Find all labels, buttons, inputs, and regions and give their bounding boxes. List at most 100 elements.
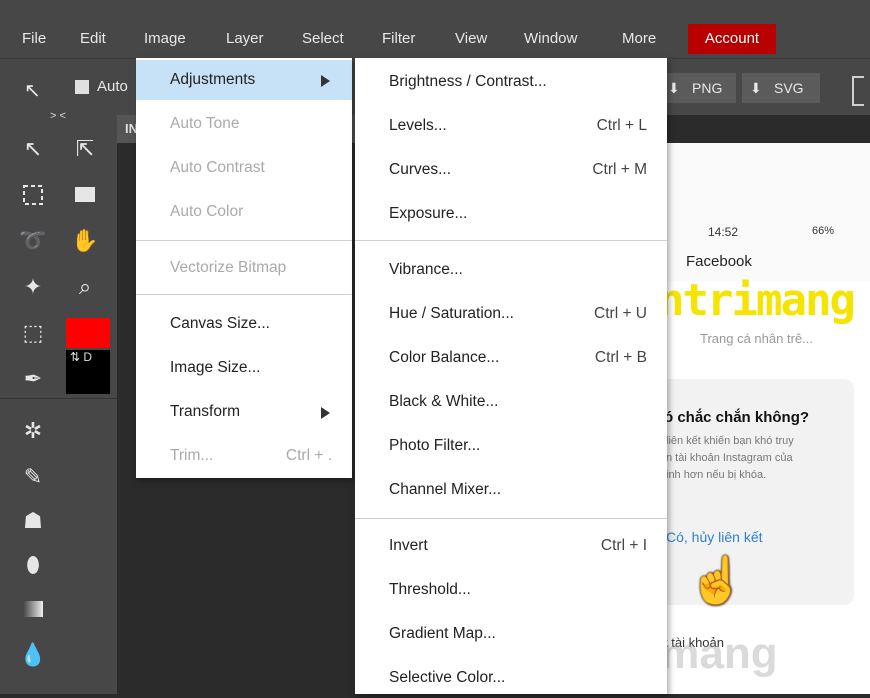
download-icon: ⬇: [750, 80, 762, 96]
menu-selective-color[interactable]: Selective Color...: [355, 658, 667, 698]
menu-levels[interactable]: Levels... Ctrl + L: [355, 106, 667, 146]
menu-channel-mixer[interactable]: Channel Mixer...: [355, 470, 667, 510]
menu-item-label: Vectorize Bitmap: [170, 259, 287, 276]
menu-item-shortcut: Ctrl + B: [594, 349, 647, 366]
move-tool-icon[interactable]: ↖: [24, 78, 41, 103]
collapse-tools-icon[interactable]: > <: [50, 110, 66, 122]
menu-file[interactable]: File: [22, 28, 46, 50]
menu-item-shortcut: Ctrl + L: [596, 117, 647, 134]
menu-transform[interactable]: Transform: [136, 392, 352, 432]
menu-item-label: Gradient Map...: [389, 625, 496, 642]
gradient-icon[interactable]: [16, 594, 50, 628]
rectangle-icon[interactable]: [68, 178, 102, 212]
account-button[interactable]: Account: [688, 24, 776, 54]
export-svg-label: SVG: [774, 80, 804, 96]
menu-item-label: Levels...: [389, 117, 447, 134]
submenu-arrow-icon: [321, 75, 330, 87]
submenu-arrow-icon: [321, 407, 330, 419]
menu-adjustments[interactable]: Adjustments: [136, 60, 352, 100]
export-png-button[interactable]: ⬇ PNG: [660, 73, 736, 103]
dialog-body-line-3: inh hơn nếu bị khóa.: [666, 469, 767, 481]
menu-window[interactable]: Window: [524, 28, 577, 50]
download-icon: ⬇: [668, 80, 680, 96]
tools-divider: [0, 398, 117, 399]
menu-separator: [136, 294, 352, 295]
move-icon[interactable]: ↖: [16, 132, 50, 166]
hand-icon[interactable]: ✋: [68, 224, 102, 258]
menu-threshold[interactable]: Threshold...: [355, 570, 667, 610]
pointing-hand-icon: ☝: [688, 554, 746, 606]
menu-item-label: Auto Color: [170, 203, 244, 220]
foreground-color-swatch[interactable]: [66, 318, 110, 348]
panel-toggle-icon[interactable]: [852, 76, 864, 106]
brand-text: ntrimang: [658, 275, 856, 326]
menu-edit[interactable]: Edit: [80, 28, 106, 50]
export-svg-button[interactable]: ⬇ SVG: [742, 73, 820, 103]
eyedropper-icon[interactable]: ✒: [16, 362, 50, 396]
brush-icon[interactable]: ✎: [16, 460, 50, 494]
menu-trim: Trim... Ctrl + .: [136, 436, 352, 476]
menu-invert[interactable]: Invert Ctrl + I: [355, 526, 667, 566]
adjustments-submenu: Brightness / Contrast... Levels... Ctrl …: [355, 58, 667, 694]
menu-select[interactable]: Select: [302, 28, 344, 50]
image-menu: Adjustments Auto Tone Auto Contrast Auto…: [136, 58, 352, 478]
menu-view[interactable]: View: [455, 28, 487, 50]
menu-item-label: Hue / Saturation...: [389, 305, 514, 322]
eraser-icon[interactable]: ⬮: [16, 548, 50, 582]
menu-item-shortcut: Ctrl + .: [285, 447, 332, 464]
dialog-confirm-text: Có, hủy liên kết: [666, 529, 763, 545]
menu-photo-filter[interactable]: Photo Filter...: [355, 426, 667, 466]
menu-auto-contrast: Auto Contrast: [136, 148, 352, 188]
menu-item-label: Adjustments: [170, 71, 256, 88]
menu-separator: [355, 240, 667, 241]
menu-layer[interactable]: Layer: [226, 28, 264, 50]
menu-item-label: Selective Color...: [389, 669, 506, 686]
swap-colors-icon[interactable]: ⇅ D: [70, 350, 92, 364]
quick-select-icon[interactable]: ✦: [16, 270, 50, 304]
menu-filter[interactable]: Filter: [382, 28, 415, 50]
menu-separator: [136, 240, 352, 241]
menu-brightness-contrast[interactable]: Brightness / Contrast...: [355, 62, 667, 102]
menu-item-label: Exposure...: [389, 205, 468, 222]
menu-auto-color: Auto Color: [136, 192, 352, 232]
export-png-label: PNG: [692, 80, 723, 96]
menu-image-size[interactable]: Image Size...: [136, 348, 352, 388]
menu-color-balance[interactable]: Color Balance... Ctrl + B: [355, 338, 667, 378]
menu-more[interactable]: More: [622, 28, 656, 50]
image-subtitle: Trang cá nhân trê...: [700, 331, 813, 346]
marquee-icon[interactable]: [16, 178, 50, 212]
menu-bar: File Edit Image Layer Select Filter View…: [0, 0, 870, 59]
menu-item-label: Photo Filter...: [389, 437, 481, 454]
menu-item-label: Canvas Size...: [170, 315, 270, 332]
stamp-icon[interactable]: ☗: [16, 504, 50, 538]
auto-select-checkbox[interactable]: [75, 80, 89, 94]
crop-icon[interactable]: ⬚: [16, 316, 50, 350]
menu-item-label: Curves...: [389, 161, 452, 178]
status-battery: 66%: [812, 225, 835, 237]
dialog-title: ó chắc chắn không?: [664, 409, 810, 426]
menu-exposure[interactable]: Exposure...: [355, 194, 667, 234]
menu-item-label: Threshold...: [389, 581, 471, 598]
menu-item-label: Trim...: [170, 447, 214, 464]
menu-curves[interactable]: Curves... Ctrl + M: [355, 150, 667, 190]
menu-item-label: Transform: [170, 403, 241, 420]
menu-auto-tone: Auto Tone: [136, 104, 352, 144]
menu-item-label: Black & White...: [389, 393, 499, 410]
lasso-icon[interactable]: ➰: [16, 224, 50, 258]
menu-vectorize-bitmap: Vectorize Bitmap: [136, 248, 352, 288]
menu-black-white[interactable]: Black & White...: [355, 382, 667, 422]
image-app-title: Facebook: [686, 253, 752, 270]
dialog-body-line-1: liên kết khiến bạn khó truy: [666, 435, 794, 447]
menu-canvas-size[interactable]: Canvas Size...: [136, 304, 352, 344]
menu-gradient-map[interactable]: Gradient Map...: [355, 614, 667, 654]
menu-hue-saturation[interactable]: Hue / Saturation... Ctrl + U: [355, 294, 667, 334]
menu-separator: [355, 518, 667, 519]
menu-image[interactable]: Image: [144, 28, 186, 50]
healing-brush-icon[interactable]: ✲: [16, 414, 50, 448]
menu-item-shortcut: Ctrl + U: [594, 305, 647, 322]
menu-vibrance[interactable]: Vibrance...: [355, 250, 667, 290]
select-arrow-icon[interactable]: ⇱: [68, 132, 102, 166]
blur-drop-icon[interactable]: 💧: [16, 638, 50, 672]
menu-item-label: Image Size...: [170, 359, 261, 376]
zoom-icon[interactable]: ⌕: [68, 270, 102, 304]
